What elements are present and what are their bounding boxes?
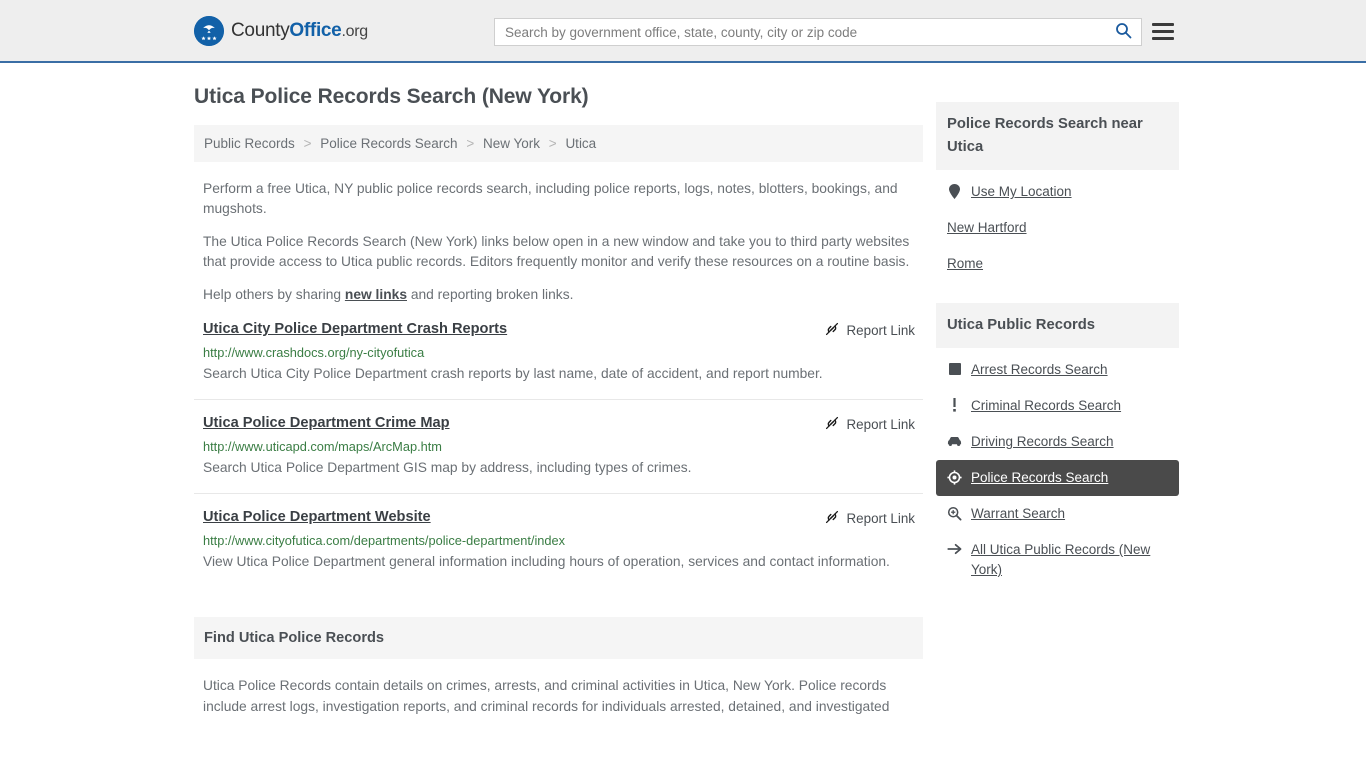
search-icon [1115, 22, 1132, 42]
result-item: Utica City Police Department Crash Repor… [194, 320, 923, 400]
intro-paragraph-1: Perform a free Utica, NY public police r… [203, 181, 898, 216]
result-description: Search Utica City Police Department cras… [203, 366, 823, 381]
intro-paragraph-2: The Utica Police Records Search (New Yor… [203, 234, 910, 269]
sidebar-item-arrest-records-search[interactable]: Arrest Records Search [936, 352, 1179, 388]
sidebar-item-label[interactable]: Police Records Search [971, 468, 1108, 488]
exclamation-icon [947, 396, 962, 414]
report-link-button[interactable]: Report Link [824, 414, 915, 434]
report-link-label: Report Link [846, 323, 915, 338]
magnifier-plus-icon [947, 504, 962, 522]
intro-text: Perform a free Utica, NY public police r… [194, 179, 923, 305]
result-title-link[interactable]: Utica Police Department Website [203, 508, 431, 527]
find-records-heading: Find Utica Police Records [194, 617, 923, 659]
sidebar-item-driving-records-search[interactable]: Driving Records Search [936, 424, 1179, 460]
result-description: View Utica Police Department general inf… [203, 554, 890, 569]
sidebar-item-label[interactable]: All Utica Public Records (New York) [971, 540, 1168, 580]
sidebar-item-police-records-search[interactable]: Police Records Search [936, 460, 1179, 496]
fingerprint-square-icon [947, 360, 962, 378]
share-prefix: Help others by sharing [203, 287, 345, 302]
page-title: Utica Police Records Search (New York) [194, 85, 589, 108]
sidebar-item-criminal-records-search[interactable]: Criminal Records Search [936, 388, 1179, 424]
broken-link-icon [824, 321, 840, 340]
breadcrumb-item-utica[interactable]: Utica [565, 136, 596, 151]
map-pin-icon [947, 182, 962, 200]
brand-text-office: Office [289, 19, 342, 41]
page-body: Utica Police Records Search (New York) P… [0, 63, 1366, 717]
sidebar-item-label[interactable]: Criminal Records Search [971, 396, 1121, 416]
hamburger-bar [1152, 36, 1174, 40]
breadcrumb-item-new-york[interactable]: New York [483, 136, 540, 151]
sidebar-item-use-my-location[interactable]: Use My Location [936, 174, 1179, 210]
new-links-link[interactable]: new links [345, 287, 407, 302]
main-column: Utica Police Records Search (New York) P… [194, 85, 923, 717]
share-paragraph: Help others by sharing new links and rep… [194, 285, 923, 305]
report-link-button[interactable]: Report Link [824, 320, 915, 340]
result-title-link[interactable]: Utica City Police Department Crash Repor… [203, 320, 507, 339]
sidebar-item-warrant-search[interactable]: Warrant Search [936, 496, 1179, 532]
sidebar-item-new-hartford[interactable]: New Hartford [936, 210, 1179, 246]
brand-text-org: .org [341, 22, 368, 40]
result-url: http://www.uticapd.com/maps/ArcMap.htm [203, 439, 442, 454]
sidebar-item-label[interactable]: Use My Location [971, 182, 1072, 202]
result-title-link[interactable]: Utica Police Department Crime Map [203, 414, 450, 433]
breadcrumb-item-public-records[interactable]: Public Records [204, 136, 295, 151]
utica-public-records-heading: Utica Public Records [936, 303, 1179, 348]
result-description: Search Utica Police Department GIS map b… [203, 460, 692, 475]
site-header: CountyOffice.org [0, 0, 1366, 63]
find-records-section: Find Utica Police Records Utica Police R… [194, 617, 923, 717]
report-link-label: Report Link [846, 511, 915, 526]
report-link-button[interactable]: Report Link [824, 508, 915, 528]
police-records-near-card: Police Records Search near Utica Use My … [936, 102, 1179, 282]
result-item: Utica Police Department Website Report L… [194, 508, 923, 587]
sidebar-item-label[interactable]: Driving Records Search [971, 432, 1114, 452]
breadcrumb-separator: > [548, 136, 557, 151]
arrow-right-icon [947, 540, 962, 558]
report-link-label: Report Link [846, 417, 915, 432]
sidebar-item-label[interactable]: Arrest Records Search [971, 360, 1108, 380]
result-item: Utica Police Department Crime Map Report… [194, 414, 923, 494]
brand-text-county: County [231, 19, 290, 41]
sidebar: Police Records Search near Utica Use My … [936, 85, 1179, 717]
hamburger-bar [1152, 22, 1174, 26]
car-icon [947, 432, 962, 450]
results-list: Utica City Police Department Crash Repor… [194, 320, 923, 587]
utica-public-records-card: Utica Public Records Arrest Records Sear… [936, 303, 1179, 588]
sidebar-item-rome[interactable]: Rome [936, 246, 1179, 282]
search-bar[interactable] [494, 18, 1142, 46]
broken-link-icon [824, 509, 840, 528]
breadcrumb-separator: > [466, 136, 475, 151]
find-records-body: Utica Police Records contain details on … [203, 678, 890, 714]
search-button[interactable] [1105, 19, 1141, 45]
result-url: http://www.cityofutica.com/departments/p… [203, 533, 566, 548]
share-suffix: and reporting broken links. [407, 287, 574, 302]
search-input[interactable] [495, 19, 1105, 45]
breadcrumb-separator: > [303, 136, 312, 151]
sidebar-item-all-utica-public-records[interactable]: All Utica Public Records (New York) [936, 532, 1179, 588]
police-records-near-heading: Police Records Search near Utica [936, 102, 1179, 170]
eagle-seal-icon [194, 15, 224, 46]
police-badge-icon [947, 468, 962, 486]
site-logo[interactable]: CountyOffice.org [194, 15, 368, 46]
sidebar-item-label[interactable]: New Hartford [947, 218, 1027, 238]
hamburger-bar [1152, 29, 1174, 33]
breadcrumb-item-police-records-search[interactable]: Police Records Search [320, 136, 457, 151]
breadcrumb: Public Records > Police Records Search >… [194, 125, 923, 162]
brand-text: CountyOffice.org [231, 20, 368, 42]
result-url: http://www.crashdocs.org/ny-cityofutica [203, 345, 425, 360]
sidebar-item-label[interactable]: Warrant Search [971, 504, 1065, 524]
hamburger-menu-icon[interactable] [1152, 20, 1174, 42]
broken-link-icon [824, 415, 840, 434]
sidebar-item-label[interactable]: Rome [947, 254, 983, 274]
